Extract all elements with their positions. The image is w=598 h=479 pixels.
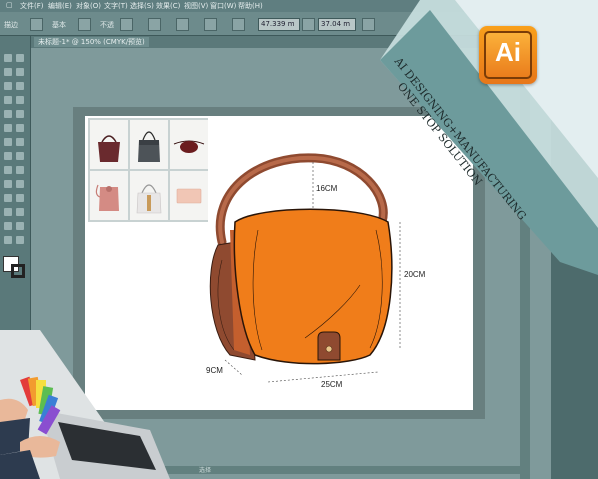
slice-tool-icon[interactable] [16, 222, 24, 230]
rotate-tool-icon[interactable] [4, 138, 12, 146]
transform-icon[interactable] [204, 18, 217, 31]
pen-tool-icon[interactable] [4, 82, 12, 90]
dimension-strap-height: 16CM [316, 184, 338, 193]
style-icon[interactable] [120, 18, 133, 31]
magic-wand-tool-icon[interactable] [4, 68, 12, 76]
height-value: 37.04 m [321, 20, 351, 28]
bag-illustration[interactable] [200, 150, 430, 395]
type-tool-icon[interactable] [4, 96, 12, 104]
eraser-tool-icon[interactable] [16, 124, 24, 132]
scale-tool-icon[interactable] [16, 138, 24, 146]
menu-view[interactable]: 视图(V) [184, 1, 208, 11]
document-tab[interactable]: 未标题-1* @ 150% (CMYK/预览) [34, 37, 149, 47]
graph-tool-icon[interactable] [16, 208, 24, 216]
dimension-body-height: 20CM [404, 270, 426, 279]
reference-thumbnails [88, 118, 208, 222]
dimension-depth: 9CM [206, 366, 223, 375]
brush-icon[interactable] [78, 18, 91, 31]
eyedropper-tool-icon[interactable] [4, 194, 12, 202]
curvature-tool-icon[interactable] [16, 82, 24, 90]
menu-effect[interactable]: 效果(C) [156, 1, 180, 11]
illustrator-logo: Ai [479, 26, 537, 84]
recolor-icon[interactable] [148, 18, 161, 31]
menu-type[interactable]: 文字(T) [104, 1, 128, 11]
stroke-swatch[interactable] [11, 264, 25, 278]
shape-builder-tool-icon[interactable] [4, 166, 12, 174]
menu-edit[interactable]: 编辑(E) [48, 1, 72, 11]
menu-object[interactable]: 对象(O) [76, 1, 101, 11]
thumbnail-gray-bucket-bag[interactable] [130, 120, 168, 169]
menu-bar: ▢ 文件(F) 编辑(E) 对象(O) 文字(T) 选择(S) 效果(C) 视图… [0, 0, 598, 12]
artboard-tool-icon[interactable] [4, 222, 12, 230]
lasso-tool-icon[interactable] [16, 68, 24, 76]
rectangle-tool-icon[interactable] [4, 110, 12, 118]
illustrator-logo-text: Ai [495, 37, 521, 67]
width-value: 47.339 m [261, 20, 295, 28]
toolbar-label-stroke: 描边 [4, 21, 18, 29]
height-field[interactable]: 37.04 m [318, 18, 356, 31]
tools-panel [0, 36, 31, 336]
vertical-scrollbar[interactable] [520, 48, 530, 479]
paintbrush-tool-icon[interactable] [16, 110, 24, 118]
thumbnail-pink-bucket-bag[interactable] [90, 171, 128, 220]
reference-point-icon[interactable] [232, 18, 245, 31]
width-field[interactable]: 47.339 m [258, 18, 300, 31]
line-tool-icon[interactable] [16, 96, 24, 104]
thumbnail-burgundy-tote[interactable] [90, 120, 128, 169]
align-icon[interactable] [176, 18, 189, 31]
menu-window[interactable]: 窗口(W) [210, 1, 236, 11]
link-icon[interactable] [302, 18, 315, 31]
zoom-tool-icon[interactable] [16, 236, 24, 244]
blend-tool-icon[interactable] [16, 194, 24, 202]
gradient-tool-icon[interactable] [16, 180, 24, 188]
hand-tool-icon[interactable] [4, 236, 12, 244]
toolbar-label-opacity: 不透 [100, 21, 114, 29]
thumbnail-white-tote[interactable] [130, 171, 168, 220]
toolbar-label-basic: 基本 [52, 21, 66, 29]
pencil-tool-icon[interactable] [4, 124, 12, 132]
mesh-tool-icon[interactable] [4, 180, 12, 188]
dimension-width: 25CM [321, 380, 343, 389]
menu-file[interactable]: 文件(F) [20, 1, 44, 11]
stroke-icon[interactable] [30, 18, 43, 31]
illustrator-logo-inner: Ai [484, 31, 532, 79]
status-label: 选择 [199, 467, 212, 474]
menu-icon[interactable] [362, 18, 375, 31]
direct-selection-tool-icon[interactable] [16, 54, 24, 62]
menu-help[interactable]: 帮助(H) [238, 1, 263, 11]
free-transform-tool-icon[interactable] [16, 152, 24, 160]
selection-tool-icon[interactable] [4, 54, 12, 62]
width-tool-icon[interactable] [4, 152, 12, 160]
symbol-sprayer-tool-icon[interactable] [4, 208, 12, 216]
perspective-tool-icon[interactable] [16, 166, 24, 174]
laptop-photo [0, 330, 170, 479]
app-menu-icon[interactable]: ▢ [6, 1, 13, 9]
menu-select[interactable]: 选择(S) [130, 1, 154, 11]
